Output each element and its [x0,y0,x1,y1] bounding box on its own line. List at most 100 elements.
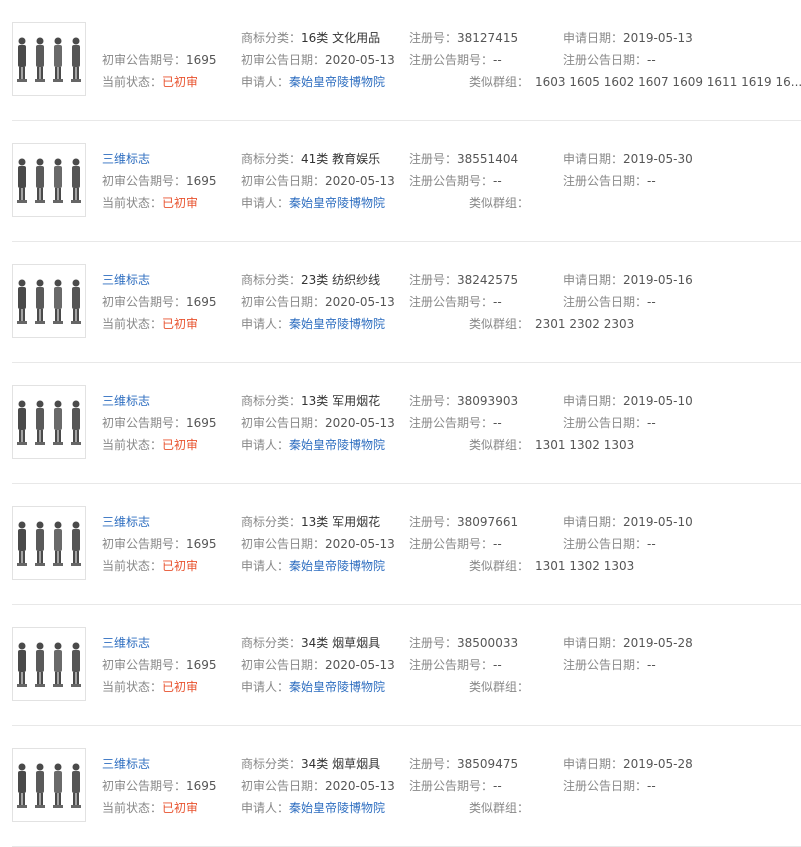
applicant-row: 申请人：秦始皇帝陵博物院 [241,679,385,695]
apply-date-label: 申请日期： [563,636,624,650]
status-label: 当前状态： [102,680,163,694]
applicant-link[interactable]: 秦始皇帝陵博物院 [289,438,385,452]
reg-announce-date-label: 注册公告日期： [563,174,648,188]
announce-date-value: 2020-05-13 [325,537,395,551]
apply-date-row: 申请日期：2019-05-13 [563,30,693,46]
announce-date-row: 初审公告日期：2020-05-13 [241,294,395,310]
status-row: 当前状态：已初审 [102,195,198,211]
reg-no-value: 38509475 [457,757,519,771]
record-title-link[interactable]: 三维标志 [102,635,150,651]
trademark-image[interactable] [12,22,86,96]
record-title-link[interactable]: 三维标志 [102,393,150,409]
category-value: 41类 教育娱乐 [301,152,381,166]
status-row: 当前状态：已初审 [102,74,198,90]
announce-date-value: 2020-05-13 [325,779,395,793]
announce-no-label: 初审公告期号： [102,53,187,67]
reg-announce-no-row: 注册公告期号：-- [409,294,502,310]
category-row: 商标分类：34类 烟草烟具 [241,635,380,651]
apply-date-value: 2019-05-16 [623,273,693,287]
apply-date-row: 申请日期：2019-05-10 [563,393,693,409]
reg-announce-no-value: -- [493,174,502,188]
announce-no-label: 初审公告期号： [102,295,187,309]
similar-group-label: 类似群组： [469,317,530,331]
similar-group-row: 类似群组： [469,679,535,695]
trademark-image[interactable] [12,627,86,701]
reg-announce-no-label: 注册公告期号： [409,779,494,793]
similar-group-row: 类似群组： 1603 1605 1602 1607 1609 1611 1619 … [469,74,801,90]
similar-group-label: 类似群组： [469,75,530,89]
applicant-label: 申请人： [241,75,290,89]
reg-no-value: 38500033 [457,636,519,650]
reg-announce-date-label: 注册公告日期： [563,537,648,551]
applicant-link[interactable]: 秦始皇帝陵博物院 [289,559,385,573]
apply-date-label: 申请日期： [563,152,624,166]
announce-no-row: 初审公告期号：1695 [102,173,217,189]
applicant-link[interactable]: 秦始皇帝陵博物院 [289,196,385,210]
applicant-link[interactable]: 秦始皇帝陵博物院 [289,75,385,89]
reg-no-label: 注册号： [409,152,458,166]
status-row: 当前状态：已初审 [102,679,198,695]
trademark-image[interactable] [12,264,86,338]
reg-no-label: 注册号： [409,394,458,408]
applicant-link[interactable]: 秦始皇帝陵博物院 [289,801,385,815]
reg-announce-date-row: 注册公告日期：-- [563,657,656,673]
trademark-record: 三维标志 初审公告期号：1695 当前状态：已初审 商标分类：23类 纺织纱线 … [12,242,801,363]
reg-announce-no-row: 注册公告期号：-- [409,52,502,68]
reg-announce-no-label: 注册公告期号： [409,658,494,672]
similar-group-row: 类似群组： 2301 2302 2303 [469,316,634,332]
apply-date-value: 2019-05-28 [623,757,693,771]
record-title-link[interactable]: 三维标志 [102,514,150,530]
applicant-row: 申请人：秦始皇帝陵博物院 [241,195,385,211]
trademark-image[interactable] [12,748,86,822]
applicant-row: 申请人：秦始皇帝陵博物院 [241,316,385,332]
reg-announce-date-value: -- [647,658,656,672]
announce-no-label: 初审公告期号： [102,416,187,430]
category-label: 商标分类： [241,273,302,287]
trademark-image[interactable] [12,385,86,459]
status-label: 当前状态： [102,317,163,331]
announce-no-row: 初审公告期号：1695 [102,657,217,673]
reg-announce-no-value: -- [493,416,502,430]
reg-announce-no-value: -- [493,779,502,793]
applicant-label: 申请人： [241,680,290,694]
similar-group-label: 类似群组： [469,559,530,573]
announce-no-row: 初审公告期号：1695 [102,536,217,552]
applicant-link[interactable]: 秦始皇帝陵博物院 [289,317,385,331]
reg-no-row: 注册号：38551404 [409,151,518,167]
record-title-link[interactable]: 三维标志 [102,756,150,772]
reg-announce-date-row: 注册公告日期：-- [563,294,656,310]
status-badge: 已初审 [162,438,199,452]
reg-no-row: 注册号：38127415 [409,30,518,46]
reg-announce-date-row: 注册公告日期：-- [563,536,656,552]
category-value: 13类 军用烟花 [301,515,381,529]
announce-date-label: 初审公告日期： [241,537,326,551]
record-title-link[interactable]: 三维标志 [102,272,150,288]
reg-announce-date-label: 注册公告日期： [563,53,648,67]
trademark-image[interactable] [12,143,86,217]
reg-announce-no-value: -- [493,295,502,309]
reg-announce-date-row: 注册公告日期：-- [563,778,656,794]
reg-announce-no-value: -- [493,537,502,551]
trademark-image[interactable] [12,506,86,580]
announce-date-row: 初审公告日期：2020-05-13 [241,657,395,673]
applicant-label: 申请人： [241,196,290,210]
apply-date-row: 申请日期：2019-05-16 [563,272,693,288]
announce-no-value: 1695 [186,779,217,793]
category-row: 商标分类：16类 文化用品 [241,30,380,46]
apply-date-row: 申请日期：2019-05-10 [563,514,693,530]
announce-no-value: 1695 [186,53,217,67]
reg-no-row: 注册号：38097661 [409,514,518,530]
applicant-link[interactable]: 秦始皇帝陵博物院 [289,680,385,694]
reg-announce-no-label: 注册公告期号： [409,174,494,188]
category-row: 商标分类：41类 教育娱乐 [241,151,380,167]
category-row: 商标分类：23类 纺织纱线 [241,272,380,288]
announce-date-row: 初审公告日期：2020-05-13 [241,415,395,431]
apply-date-row: 申请日期：2019-05-28 [563,635,693,651]
terracotta-warriors-image [17,158,81,203]
announce-date-label: 初审公告日期： [241,658,326,672]
reg-announce-date-value: -- [647,416,656,430]
record-title-link[interactable]: 三维标志 [102,151,150,167]
status-label: 当前状态： [102,196,163,210]
reg-no-row: 注册号：38500033 [409,635,518,651]
category-value: 34类 烟草烟具 [301,757,381,771]
